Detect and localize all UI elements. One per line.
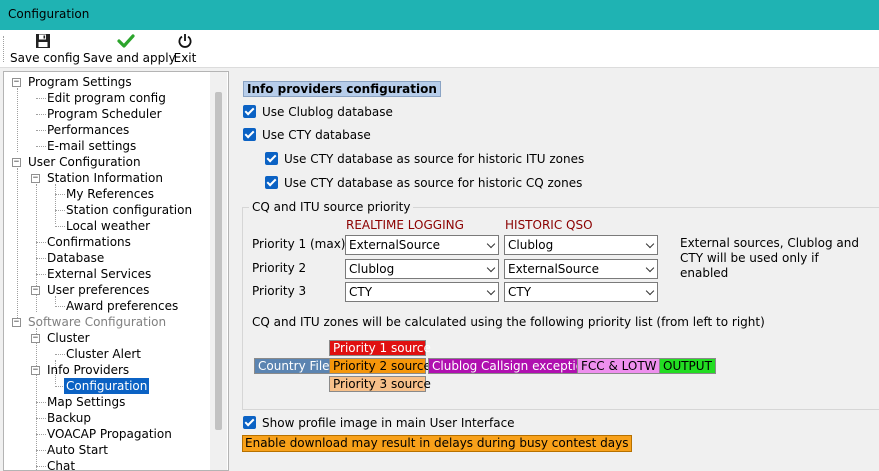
- tree-item-edit-program-config[interactable]: Edit program config: [47, 90, 166, 106]
- cty-itu-zones-checkbox[interactable]: Use CTY database as source for historic …: [265, 150, 584, 168]
- tree-item-cluster[interactable]: Cluster: [47, 330, 90, 346]
- toolbar: Save config Save and apply Exit: [0, 30, 879, 68]
- checkbox-checked-icon[interactable]: [243, 128, 256, 141]
- historic-qso-header: HISTORIC QSO: [505, 218, 593, 232]
- download-warning: Enable download may result in delays dur…: [242, 435, 632, 452]
- priority-1-realtime-select[interactable]: ExternalSource: [345, 235, 499, 255]
- tree-item-external-services[interactable]: External Services: [47, 266, 151, 282]
- settings-tree[interactable]: − Program Settings Edit program config P…: [3, 71, 229, 471]
- tree-item-local-weather[interactable]: Local weather: [66, 218, 150, 234]
- show-profile-image-label: Show profile image in main User Interfac…: [262, 416, 515, 430]
- checkbox-checked-icon[interactable]: [265, 176, 278, 189]
- collapse-icon[interactable]: −: [31, 366, 40, 375]
- priority-list-description: CQ and ITU zones will be calculated usin…: [252, 315, 765, 329]
- priority-1-label: Priority 1 (max): [252, 237, 346, 251]
- use-clublog-checkbox[interactable]: Use Clublog database: [243, 103, 393, 121]
- info-providers-panel: Info providers configuration Use Clublog…: [236, 71, 879, 471]
- show-profile-image-checkbox[interactable]: Show profile image in main User Interfac…: [243, 414, 515, 432]
- priority-2-realtime-select[interactable]: Clublog: [345, 259, 499, 279]
- checkbox-checked-icon[interactable]: [243, 105, 256, 118]
- chevron-down-icon: [486, 239, 496, 249]
- chevron-down-icon: [486, 263, 496, 273]
- priority-3-label: Priority 3: [252, 284, 307, 298]
- tree-item-program-scheduler[interactable]: Program Scheduler: [47, 106, 162, 122]
- cty-cq-zones-label: Use CTY database as source for historic …: [284, 176, 583, 190]
- tree-item-email-settings[interactable]: E-mail settings: [47, 138, 136, 154]
- collapse-icon[interactable]: −: [31, 286, 40, 295]
- priority-3-source-box: Priority 3 source: [329, 376, 431, 392]
- collapse-icon[interactable]: −: [12, 78, 21, 87]
- tree-item-program-settings[interactable]: Program Settings: [28, 74, 132, 90]
- clublog-exception-box: Clublog Callsign exception: [428, 358, 595, 374]
- save-and-apply-button[interactable]: Save and apply: [83, 32, 176, 66]
- tree-item-chat[interactable]: Chat: [47, 458, 75, 470]
- tree-item-software-configuration[interactable]: Software Configuration: [28, 314, 166, 330]
- priority-3-realtime-select[interactable]: CTY: [345, 282, 499, 302]
- realtime-logging-header: REALTIME LOGGING: [346, 218, 464, 232]
- use-clublog-label: Use Clublog database: [262, 105, 393, 119]
- cty-cq-zones-checkbox[interactable]: Use CTY database as source for historic …: [265, 174, 582, 192]
- priority-2-source-box: Priority 2 source: [329, 358, 431, 374]
- collapse-icon[interactable]: −: [12, 158, 21, 167]
- tree-item-performances[interactable]: Performances: [47, 122, 129, 138]
- chevron-down-icon: [645, 239, 655, 249]
- tree-item-database[interactable]: Database: [47, 250, 104, 266]
- chevron-down-icon: [486, 286, 496, 296]
- save-and-apply-label: Save and apply: [83, 51, 176, 65]
- title-bar: Configuration: [0, 0, 879, 30]
- priority-1-source-box: Priority 1 source: [329, 340, 431, 356]
- tree-item-station-configuration[interactable]: Station configuration: [66, 202, 192, 218]
- priority-3-historic-select[interactable]: CTY: [504, 282, 658, 302]
- priority-1-historic-select[interactable]: Clublog: [504, 235, 658, 255]
- save-config-button[interactable]: Save config: [10, 32, 80, 66]
- collapse-icon[interactable]: −: [31, 334, 40, 343]
- tree-item-award-preferences[interactable]: Award preferences: [66, 298, 178, 314]
- checkbox-checked-icon[interactable]: [265, 152, 278, 165]
- tree-item-configuration[interactable]: Configuration: [64, 378, 150, 394]
- tree-item-confirmations[interactable]: Confirmations: [47, 234, 131, 250]
- chevron-down-icon: [645, 286, 655, 296]
- collapse-icon[interactable]: −: [12, 318, 21, 327]
- cty-itu-zones-label: Use CTY database as source for historic …: [284, 152, 585, 166]
- priority-1-realtime-value: ExternalSource: [349, 238, 441, 252]
- external-sources-note: External sources, Clublog and CTY will b…: [680, 236, 859, 280]
- floppy-disk-icon: [10, 33, 76, 51]
- use-cty-checkbox[interactable]: Use CTY database: [243, 126, 371, 144]
- priority-1-historic-value: Clublog: [508, 238, 554, 252]
- priority-2-label: Priority 2: [252, 261, 307, 275]
- tree-item-my-references[interactable]: My References: [66, 186, 154, 202]
- priority-2-realtime-value: Clublog: [349, 262, 395, 276]
- exit-button[interactable]: Exit: [172, 32, 198, 66]
- collapse-icon[interactable]: −: [31, 174, 40, 183]
- toolbar-grip[interactable]: [3, 36, 6, 62]
- power-icon: [172, 33, 198, 51]
- section-title: Info providers configuration: [243, 81, 441, 97]
- window-title: Configuration: [8, 7, 90, 21]
- tree-item-voacap-propagation[interactable]: VOACAP Propagation: [47, 426, 172, 442]
- tree-item-station-information[interactable]: Station Information: [47, 170, 163, 186]
- priority-2-historic-value: ExternalSource: [508, 262, 600, 276]
- tree-scrollbar[interactable]: [210, 72, 227, 470]
- tree-item-map-settings[interactable]: Map Settings: [47, 394, 125, 410]
- tree-item-backup[interactable]: Backup: [47, 410, 91, 426]
- save-config-label: Save config: [10, 51, 80, 65]
- exit-label: Exit: [173, 51, 197, 65]
- country-file-box: Country File: [254, 358, 334, 374]
- tree-scrollbar-thumb[interactable]: [215, 92, 222, 430]
- tree-item-auto-start[interactable]: Auto Start: [47, 442, 108, 458]
- output-box: OUTPUT: [659, 358, 716, 374]
- priority-2-historic-select[interactable]: ExternalSource: [504, 259, 658, 279]
- group-title: CQ and ITU source priority: [249, 200, 414, 214]
- tree-item-user-configuration[interactable]: User Configuration: [28, 154, 141, 170]
- tree-item-user-preferences[interactable]: User preferences: [47, 282, 149, 298]
- priority-3-realtime-value: CTY: [349, 285, 373, 299]
- green-check-icon: [83, 33, 169, 51]
- priority-3-historic-value: CTY: [508, 285, 532, 299]
- fcc-lotw-box: FCC & LOTW: [577, 358, 661, 374]
- chevron-down-icon: [645, 263, 655, 273]
- checkbox-checked-icon[interactable]: [243, 416, 256, 429]
- tree-item-cluster-alert[interactable]: Cluster Alert: [66, 346, 141, 362]
- use-cty-label: Use CTY database: [262, 128, 371, 142]
- tree-item-info-providers[interactable]: Info Providers: [47, 362, 129, 378]
